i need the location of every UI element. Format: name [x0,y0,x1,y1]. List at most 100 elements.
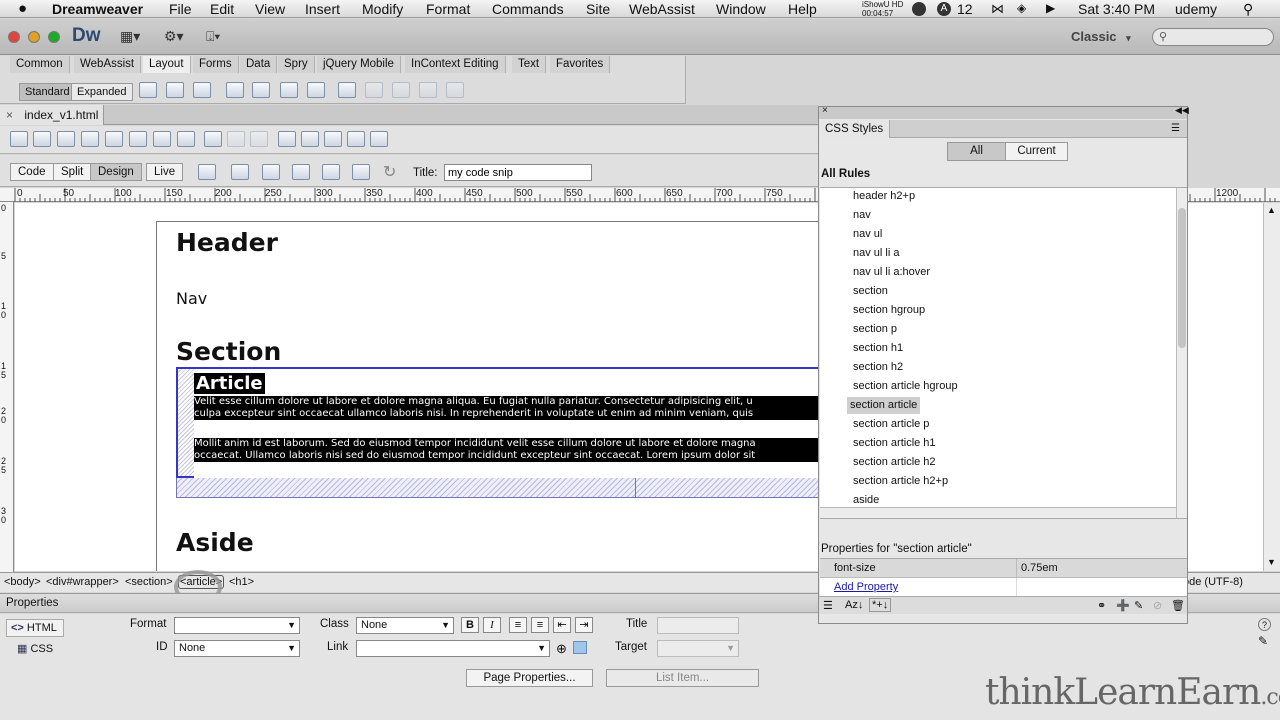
tab-data[interactable]: Data [240,56,278,73]
multiscreen-icon[interactable] [198,164,216,180]
menu-format[interactable]: Format [426,1,470,17]
menu-webassist[interactable]: WebAssist [629,1,695,17]
tab-webassist[interactable]: WebAssist [74,56,142,73]
tab-spry[interactable]: Spry [278,56,315,73]
pseudo-visited-icon[interactable] [301,131,319,147]
spry-accordion-icon[interactable] [280,82,298,98]
close-icon[interactable]: × [6,108,13,122]
point-to-file-icon[interactable]: ⊕ [556,641,567,657]
panel-menu-icon[interactable]: ☰ [1171,123,1180,134]
css-rule[interactable]: section p [850,321,900,338]
attach-stylesheet-icon[interactable]: ⚭ [1097,599,1106,612]
volume-icon[interactable]: ▶ [1046,1,1055,15]
collapse-icon[interactable]: ◀◀ [1175,105,1189,116]
ishowu-status[interactable]: iShowU HD 00:04:57 [862,0,903,18]
tab-forms[interactable]: Forms [193,56,239,73]
css-rule[interactable]: nav ul li a [850,245,902,262]
insert-div-icon[interactable] [139,82,157,98]
design-view-button[interactable]: Design [90,163,142,181]
italic-button[interactable]: I [483,617,501,633]
article-heading[interactable]: Article [194,373,265,394]
alphabetical-view-icon[interactable]: Az↓ [845,599,863,611]
panel-titlebar[interactable]: × ◀◀ [819,105,1189,119]
tab-favorites[interactable]: Favorites [550,56,611,73]
pseudo-hover-icon[interactable] [324,131,342,147]
tag-div-wrapper[interactable]: <div#wrapper> [46,576,119,588]
tag-section[interactable]: <section> [125,576,173,588]
id-select[interactable]: None ▼ [174,640,300,657]
unordered-list-icon[interactable]: ≡ [509,617,527,633]
property-value[interactable]: 0.75em [1021,562,1058,574]
menu-window[interactable]: Window [716,1,766,17]
pseudo-active-icon[interactable] [347,131,365,147]
insert-ap-div-icon[interactable] [166,82,184,98]
section-tag-icon[interactable] [129,131,147,147]
menu-site[interactable]: Site [586,1,610,17]
target-select[interactable]: ▼ [657,640,739,657]
gear-icon[interactable]: ⚙▾ [164,28,184,45]
menu-insert[interactable]: Insert [305,1,340,17]
quick-tag-editor-icon[interactable]: ✎ [1258,634,1268,648]
css-rule[interactable]: section h2 [850,359,906,376]
close-icon[interactable]: × [822,105,828,116]
menubar-clock[interactable]: Sat 3:40 PM [1078,1,1155,17]
selected-article-element[interactable]: Article Velit esse cillum dolore ut labo… [176,367,858,478]
aside-heading[interactable]: Aside [176,528,254,557]
css-rule[interactable]: header h2+p [850,188,918,205]
layout-menu-icon[interactable]: ▦▾ [120,28,140,45]
gear-icon[interactable] [57,131,75,147]
tab-jquery-mobile[interactable]: jQuery Mobile [317,56,401,73]
section-heading[interactable]: Section [176,337,281,366]
css-mode-button[interactable]: ▦ CSS [17,642,53,655]
app-store-icon[interactable]: A [937,2,951,16]
browse-folder-icon[interactable] [573,641,587,654]
css-rule-selected[interactable]: section article [847,397,921,414]
pseudo-focus-icon[interactable] [370,131,388,147]
header-tag-icon[interactable] [81,131,99,147]
indent-icon[interactable]: ⇥ [575,617,593,633]
bluetooth-icon[interactable]: ⋈ [991,1,1004,17]
check-browser-icon[interactable] [322,164,340,180]
nav-tag-icon[interactable] [105,131,123,147]
dropbox-icon[interactable] [912,2,926,16]
code-view-button[interactable]: Code [10,163,54,181]
add-property-link[interactable]: Add Property [834,581,898,593]
apple-menu-icon[interactable]: ● [18,0,27,17]
scroll-up-icon[interactable]: ▲ [1267,205,1276,215]
scroll-down-icon[interactable]: ▼ [1267,557,1276,567]
set-properties-only-icon[interactable]: *+↓ [869,598,892,612]
link-input[interactable]: ▼ [356,640,550,657]
category-view-icon[interactable]: ☰ [823,599,833,612]
tab-css-styles[interactable]: CSS Styles [819,120,891,138]
site-menu-icon[interactable]: ⍗▾ [206,28,220,45]
file-management-icon[interactable] [262,164,280,180]
help-icon[interactable]: ? [1258,618,1271,631]
insert-table-icon[interactable] [338,82,356,98]
menu-commands[interactable]: Commands [492,1,564,17]
aside-tag-icon[interactable] [177,131,195,147]
menu-view[interactable]: View [255,1,285,17]
menu-file[interactable]: File [169,1,192,17]
zoom-window-icon[interactable] [48,31,60,43]
tab-incontext-editing[interactable]: InContext Editing [405,56,506,73]
disable-property-icon[interactable]: ⊘ [1153,599,1162,612]
scrollbar-thumb[interactable] [1178,208,1186,348]
document-tab[interactable]: × index_v1.html [0,105,104,125]
w3c-validation-icon[interactable] [292,164,310,180]
menubar-user[interactable]: udemy [1175,1,1217,17]
visual-aids-icon[interactable] [352,164,370,180]
edit-rule-icon[interactable]: ✎ [1134,599,1143,612]
nav-text[interactable]: Nav [176,289,207,308]
refresh-icon[interactable]: ↻ [383,162,396,182]
all-rules-header[interactable]: All Rules [821,168,870,180]
class-select[interactable]: None ▼ [356,617,454,634]
new-rule-icon[interactable]: ➕ [1116,599,1130,612]
spry-tabbed-panels-icon[interactable] [252,82,270,98]
menu-app-dreamweaver[interactable]: Dreamweaver [52,1,143,17]
html5-page-icon[interactable] [10,131,28,147]
wifi-icon[interactable]: ◈ [1017,1,1026,15]
spotlight-search-icon[interactable]: ⚲ [1243,1,1253,18]
css-rule[interactable]: nav [850,207,874,224]
tab-layout[interactable]: Layout [143,56,191,73]
split-view-button[interactable]: Split [53,163,92,181]
